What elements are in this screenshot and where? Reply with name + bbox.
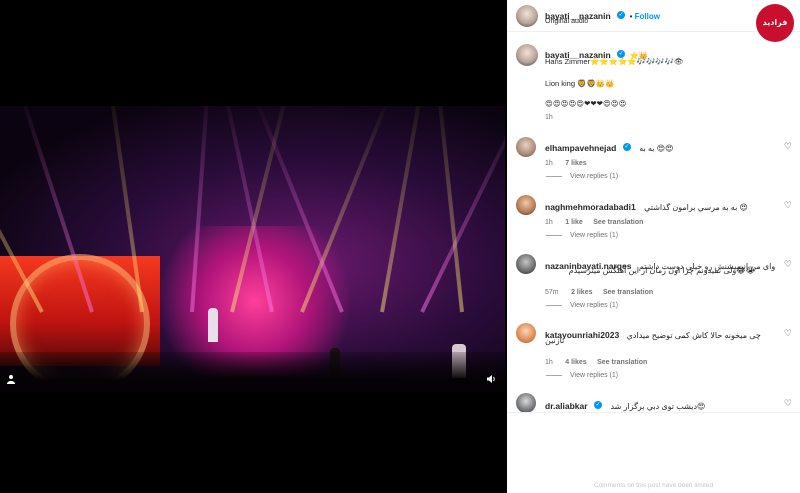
light-beam — [420, 106, 505, 313]
comment-meta: 1h 1 like See translation — [545, 211, 643, 229]
divider-line — [546, 234, 562, 236]
verified-badge-icon: ✓ — [617, 10, 626, 19]
comment-text: به به 😍😍 — [639, 144, 674, 153]
caption-line-2: Lion king 🦁🦁👑👑 — [545, 79, 615, 88]
heart-icon[interactable]: ♡ — [784, 259, 792, 270]
caption-line-3: 😍😍😍😍😍❤❤❤😍😍😍 — [545, 99, 627, 108]
audio-label[interactable]: Original audio — [545, 18, 588, 25]
heart-icon[interactable]: ♡ — [784, 141, 792, 152]
commenter-avatar[interactable] — [516, 195, 536, 215]
light-beam — [435, 106, 464, 313]
commenter-username[interactable]: dr.aliabkar — [545, 401, 588, 411]
caption-author-avatar[interactable] — [516, 44, 538, 66]
see-translation-button[interactable]: See translation — [593, 219, 643, 226]
comment-time: 1h — [545, 359, 553, 366]
view-replies-button[interactable]: View replies (1) — [546, 372, 618, 379]
heart-icon[interactable]: ♡ — [784, 200, 792, 211]
divider-line — [546, 374, 562, 376]
follow-button[interactable]: Follow — [635, 12, 660, 21]
comment-text-line-2: ولى نميدونم چرا اون زمان از اين آهنگش مي… — [568, 266, 755, 275]
post-details-panel: bayati__nazanin ✓ • Follow Original audi… — [507, 0, 800, 493]
comment-text: ديشب توى دبي برگزار شد😍 — [610, 402, 706, 411]
performer — [208, 308, 218, 342]
view-replies-button[interactable]: View replies (1) — [546, 302, 618, 309]
comment-likes[interactable]: 2 likes — [571, 289, 592, 296]
verified-badge-icon: ✓ — [593, 400, 602, 409]
comment-time: 1h — [545, 160, 553, 167]
commenter-avatar[interactable] — [516, 254, 536, 274]
view-replies-label: View replies (1) — [570, 372, 619, 379]
commenter-avatar[interactable] — [516, 393, 536, 413]
verified-badge-icon: ✓ — [622, 142, 631, 151]
commenter-avatar[interactable] — [516, 137, 536, 157]
comment-meta: 1h 4 likes See translation — [545, 351, 647, 369]
caption-timestamp: 1h — [545, 114, 553, 121]
comment-likes[interactable]: 1 like — [565, 219, 583, 226]
view-replies-label: View replies (1) — [570, 173, 619, 180]
heart-icon[interactable]: ♡ — [784, 398, 792, 409]
divider-line — [546, 175, 562, 177]
stage-floor — [0, 352, 505, 392]
comment-likes[interactable]: 7 likes — [565, 160, 586, 167]
view-replies-label: View replies (1) — [570, 232, 619, 239]
comment-time: 57m — [545, 289, 559, 296]
heart-icon[interactable]: ♡ — [784, 328, 792, 339]
view-replies-label: View replies (1) — [570, 302, 619, 309]
comment-time: 1h — [545, 219, 553, 226]
comment-meta: 57m 2 likes See translation — [545, 281, 653, 299]
comment-text-line-2: نازنين — [545, 336, 565, 345]
comments-limited-notice: Comments on this post have been limited — [593, 482, 714, 489]
media-pane — [0, 0, 507, 493]
instagram-post-view: bayati__nazanin ✓ • Follow Original audi… — [0, 0, 800, 493]
comment-text: به به مرسي برامون گذاشتي 😍 — [644, 203, 748, 212]
light-beam — [380, 106, 424, 313]
view-replies-button[interactable]: View replies (1) — [546, 232, 618, 239]
divider-line — [546, 304, 562, 306]
speaker-icon[interactable] — [484, 374, 498, 388]
view-replies-button[interactable]: View replies (1) — [546, 173, 618, 180]
author-avatar[interactable] — [516, 5, 538, 27]
caption-line-1: Hans Zimmer⭐⭐⭐⭐⭐🎶🎶🎶🎶👁 — [545, 57, 684, 66]
comment-likes[interactable]: 4 likes — [565, 359, 586, 366]
comment-meta: 1h 7 likes — [545, 152, 587, 170]
divider — [507, 412, 800, 413]
see-translation-button[interactable]: See translation — [603, 289, 653, 296]
brand-watermark: فرادید — [756, 4, 794, 42]
concert-video[interactable] — [0, 106, 505, 392]
user-tag-icon[interactable] — [4, 374, 18, 388]
see-translation-button[interactable]: See translation — [597, 359, 647, 366]
commenter-avatar[interactable] — [516, 323, 536, 343]
